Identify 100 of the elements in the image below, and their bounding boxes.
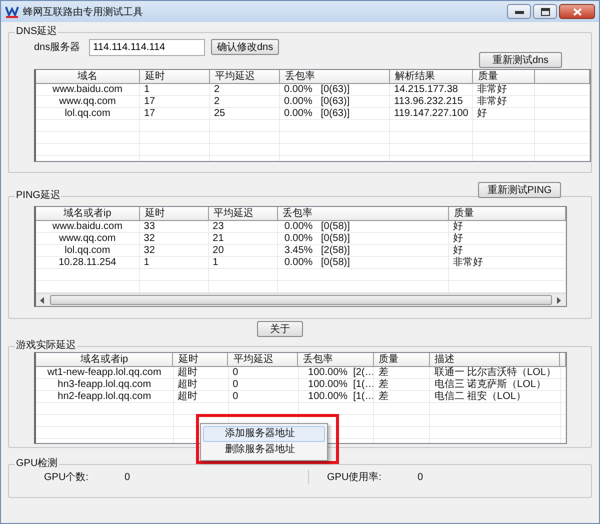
table-cell: 33 xyxy=(140,221,209,233)
table-cell: 差 xyxy=(374,379,430,391)
column-header[interactable]: 域名 xyxy=(36,70,140,84)
minimize-icon xyxy=(514,10,524,14)
column-header[interactable]: 丢包率 xyxy=(278,207,450,221)
confirm-dns-button[interactable]: 确认修改dns xyxy=(211,39,280,55)
table-cell: 21 xyxy=(208,233,278,245)
retest-dns-button[interactable]: 重新测试dns xyxy=(479,52,562,68)
table-cell: 非常好 xyxy=(449,257,566,269)
table-cell: 32 xyxy=(140,233,209,245)
close-button[interactable] xyxy=(559,4,595,19)
table-cell: 0 xyxy=(228,391,298,403)
table-cell: 17 xyxy=(140,96,210,108)
maximize-icon xyxy=(540,8,550,16)
column-header[interactable]: 域名或者ip xyxy=(36,353,174,367)
dns-server-label: dns服务器 xyxy=(34,41,82,54)
scroll-right-icon[interactable] xyxy=(557,296,562,304)
table-cell: 0.00% [0(63)] xyxy=(280,84,390,96)
column-header[interactable]: 描述 xyxy=(430,353,560,367)
column-header[interactable]: 解析结果 xyxy=(390,70,473,84)
scrollbar-thumb[interactable] xyxy=(50,295,552,305)
table-cell: 119.147.227.100 xyxy=(390,108,473,120)
column-header[interactable]: 质量 xyxy=(449,207,566,221)
table-cell: 20 xyxy=(208,245,278,257)
table-cell: 超时 xyxy=(174,367,229,379)
table-cell: www.qq.com xyxy=(36,96,140,108)
table-cell: 3.45% [2(58)] xyxy=(278,245,450,257)
table-cell: 100.00% [1(… xyxy=(298,391,374,403)
table-cell: wt1-new-feapp.lol.qq.com xyxy=(36,367,174,379)
column-header[interactable]: 平均延迟 xyxy=(208,207,278,221)
menu-item[interactable]: 删除服务器地址 xyxy=(203,442,325,458)
about-button[interactable]: 关于 xyxy=(257,321,303,337)
column-header[interactable]: 丢包率 xyxy=(298,353,374,367)
table-cell: 32 xyxy=(140,245,209,257)
table-cell: 1 xyxy=(140,257,209,269)
menu-item[interactable]: 添加服务器地址 xyxy=(203,426,325,442)
table-cell: www.baidu.com xyxy=(36,84,140,96)
table-cell: 好 xyxy=(449,233,566,245)
gpu-value: 0 xyxy=(124,472,130,482)
table-cell: 0 xyxy=(228,367,298,379)
empty-cell xyxy=(535,144,590,156)
empty-cell xyxy=(535,120,590,132)
group-title: PING延迟 xyxy=(15,190,62,202)
table-cell: 差 xyxy=(374,367,430,379)
column-header[interactable]: 平均延迟 xyxy=(210,70,280,84)
table-cell: 差 xyxy=(374,391,430,403)
maximize-button[interactable] xyxy=(533,4,557,19)
empty-cell xyxy=(535,108,590,120)
column-header[interactable]: 延时 xyxy=(140,207,209,221)
table-cell: 非常好 xyxy=(473,96,535,108)
column-header[interactable]: 延时 xyxy=(140,70,210,84)
table-cell: www.qq.com xyxy=(36,233,140,245)
empty-cell xyxy=(174,403,229,415)
retest-ping-button[interactable]: 重新测试PING xyxy=(478,182,561,198)
column-header[interactable]: 延时 xyxy=(173,353,228,367)
table-cell: 0.00% [0(58)] xyxy=(278,257,450,269)
close-icon xyxy=(572,8,582,16)
horizontal-scrollbar[interactable] xyxy=(36,293,566,306)
table-cell: 2 xyxy=(210,84,280,96)
table-cell: 1 xyxy=(208,257,278,269)
scroll-left-icon[interactable] xyxy=(40,296,45,304)
table-cell: 100.00% [2(… xyxy=(298,367,374,379)
gpu-label: GPU使用率: xyxy=(327,470,382,484)
header-filler xyxy=(560,353,566,367)
group-title: 游戏实际延迟 xyxy=(15,340,77,352)
column-header[interactable]: 质量 xyxy=(374,353,430,367)
table-cell: www.baidu.com xyxy=(36,221,140,233)
empty-cell xyxy=(535,96,590,108)
table-cell: 113.96.232.215 xyxy=(390,96,473,108)
table-cell: hn3-feapp.lol.qq.com xyxy=(36,379,174,391)
table-cell: 17 xyxy=(140,108,210,120)
dns-server-field[interactable]: 114.114.114.114 xyxy=(89,38,205,56)
gpu-label: GPU个数: xyxy=(44,471,88,484)
table-cell: 2 xyxy=(210,96,280,108)
table-cell: 0.00% [0(58)] xyxy=(278,221,450,233)
table-cell: 0.00% [0(63)] xyxy=(280,108,390,120)
table-cell: 25 xyxy=(210,108,280,120)
group-title: GPU检测 xyxy=(15,458,59,470)
column-header[interactable]: 丢包率 xyxy=(280,70,390,84)
table-cell: hn2-feapp.lol.qq.com xyxy=(36,391,174,403)
window-title: 蜂网互联路由专用测试工具 xyxy=(23,6,143,18)
column-header[interactable]: 平均延迟 xyxy=(228,353,298,367)
table-cell: 100.00% [1(… xyxy=(298,379,374,391)
table-cell: 非常好 xyxy=(473,84,535,96)
table-cell: 23 xyxy=(208,221,278,233)
table-cell: 1 xyxy=(140,84,210,96)
table-cell: lol.qq.com xyxy=(36,245,140,257)
app-logo-icon xyxy=(5,6,19,18)
table-cell: 联通一 比尔吉沃特（LOL） xyxy=(430,367,561,379)
minimize-button[interactable] xyxy=(507,4,531,19)
table-cell: 好 xyxy=(473,108,535,120)
column-header[interactable]: 质量 xyxy=(473,70,535,84)
table-cell: 14.215.177.38 xyxy=(390,84,473,96)
column-header[interactable]: 域名或者ip xyxy=(36,207,140,221)
table-cell: 好 xyxy=(449,245,566,257)
gpu-value: 0 xyxy=(417,472,424,482)
empty-cell xyxy=(535,132,590,144)
table-cell: 10.28.11.254 xyxy=(36,257,140,269)
table-cell: 好 xyxy=(449,221,566,233)
table-cell: lol.qq.com xyxy=(36,108,140,120)
